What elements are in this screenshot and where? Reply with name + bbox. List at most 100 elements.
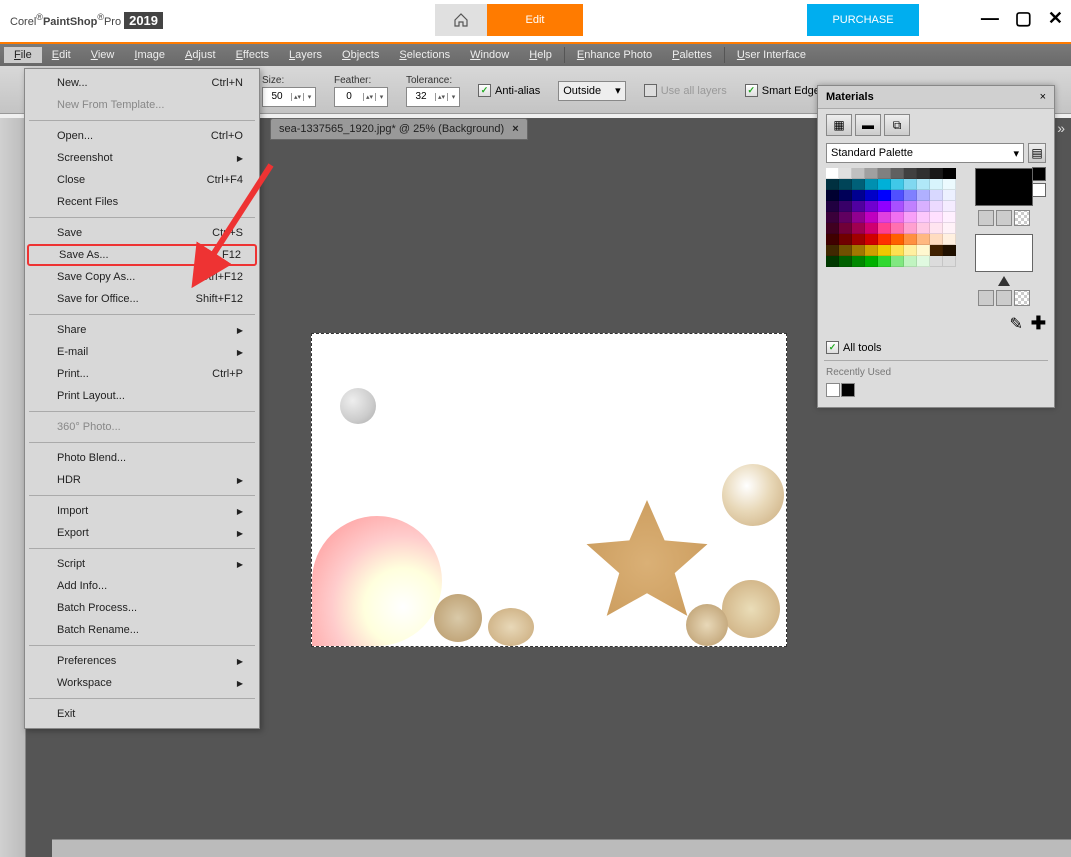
color-swatch[interactable] xyxy=(891,234,904,245)
file-menu-preferences[interactable]: Preferences▶ xyxy=(25,650,259,672)
close-tab-icon[interactable]: × xyxy=(512,123,518,135)
color-swatch[interactable] xyxy=(943,256,956,267)
color-swatch[interactable] xyxy=(917,190,930,201)
color-swatch[interactable] xyxy=(826,223,839,234)
color-swatch[interactable] xyxy=(852,223,865,234)
color-swatch[interactable] xyxy=(826,245,839,256)
color-swatch[interactable] xyxy=(839,223,852,234)
color-swatch[interactable] xyxy=(891,179,904,190)
smartedge-checkbox[interactable]: ✓ xyxy=(745,84,758,97)
color-swatch[interactable] xyxy=(930,190,943,201)
palette-view-gradient[interactable]: ▬ xyxy=(855,114,881,136)
color-swatch[interactable] xyxy=(943,234,956,245)
color-swatch[interactable] xyxy=(943,245,956,256)
eyedropper-icon[interactable]: ✎ xyxy=(1010,314,1023,334)
color-swatch[interactable] xyxy=(878,256,891,267)
color-swatch[interactable] xyxy=(839,168,852,179)
color-swatch[interactable] xyxy=(839,234,852,245)
color-swatch[interactable] xyxy=(839,190,852,201)
color-swatch[interactable] xyxy=(852,256,865,267)
all-layers-checkbox[interactable] xyxy=(644,84,657,97)
file-menu-save-as[interactable]: Save As...F12 xyxy=(27,244,257,266)
color-swatch[interactable] xyxy=(852,201,865,212)
color-swatch[interactable] xyxy=(891,168,904,179)
file-menu-batch-process[interactable]: Batch Process... xyxy=(25,597,259,619)
file-menu-photo-blend[interactable]: Photo Blend... xyxy=(25,447,259,469)
color-swatch[interactable] xyxy=(904,223,917,234)
menu-objects[interactable]: Objects xyxy=(332,47,389,63)
color-swatch[interactable] xyxy=(839,201,852,212)
color-swatch[interactable] xyxy=(917,245,930,256)
mode-pattern-bg[interactable] xyxy=(1014,290,1030,306)
file-menu-close[interactable]: CloseCtrl+F4 xyxy=(25,169,259,191)
color-swatch[interactable] xyxy=(865,256,878,267)
color-swatch[interactable] xyxy=(878,179,891,190)
file-menu-open[interactable]: Open...Ctrl+O xyxy=(25,125,259,147)
color-swatch[interactable] xyxy=(878,168,891,179)
menu-window[interactable]: Window xyxy=(460,47,519,63)
color-swatch[interactable] xyxy=(826,234,839,245)
color-swatch[interactable] xyxy=(891,245,904,256)
materials-close-icon[interactable]: × xyxy=(1040,91,1046,103)
file-menu-hdr[interactable]: HDR▶ xyxy=(25,469,259,491)
tab-overflow-icon[interactable]: » xyxy=(1057,120,1065,136)
close-icon[interactable]: ✕ xyxy=(1048,8,1063,29)
color-swatch[interactable] xyxy=(878,245,891,256)
color-palette-grid[interactable] xyxy=(826,168,956,306)
color-swatch[interactable] xyxy=(826,190,839,201)
menu-user-interface[interactable]: User Interface xyxy=(727,47,816,63)
color-swatch[interactable] xyxy=(904,168,917,179)
color-swatch[interactable] xyxy=(839,179,852,190)
alltools-checkbox[interactable]: ✓ xyxy=(826,341,839,354)
file-menu-save-copy-as[interactable]: Save Copy As...Ctrl+F12 xyxy=(25,266,259,288)
color-swatch[interactable] xyxy=(917,234,930,245)
color-swatch[interactable] xyxy=(943,179,956,190)
foreground-swatch[interactable] xyxy=(975,168,1033,206)
color-swatch[interactable] xyxy=(917,256,930,267)
menu-effects[interactable]: Effects xyxy=(226,47,279,63)
color-swatch[interactable] xyxy=(917,168,930,179)
color-swatch[interactable] xyxy=(865,212,878,223)
file-menu-e-mail[interactable]: E-mail▶ xyxy=(25,341,259,363)
color-swatch[interactable] xyxy=(943,190,956,201)
mode-solid-bg[interactable] xyxy=(978,290,994,306)
file-menu-print-layout[interactable]: Print Layout... xyxy=(25,385,259,407)
color-swatch[interactable] xyxy=(930,179,943,190)
color-swatch[interactable] xyxy=(839,245,852,256)
color-swatch[interactable] xyxy=(904,190,917,201)
menu-help[interactable]: Help xyxy=(519,47,562,63)
color-swatch[interactable] xyxy=(865,234,878,245)
menu-palettes[interactable]: Palettes xyxy=(662,47,722,63)
purchase-button[interactable]: PURCHASE xyxy=(807,4,919,36)
color-swatch[interactable] xyxy=(904,234,917,245)
color-swatch[interactable] xyxy=(930,212,943,223)
menu-view[interactable]: View xyxy=(81,47,125,63)
color-swatch[interactable] xyxy=(852,190,865,201)
color-swatch[interactable] xyxy=(852,168,865,179)
file-menu-new[interactable]: New...Ctrl+N xyxy=(25,72,259,94)
menu-selections[interactable]: Selections xyxy=(389,47,460,63)
color-swatch[interactable] xyxy=(904,256,917,267)
color-swatch[interactable] xyxy=(917,201,930,212)
file-menu-screenshot[interactable]: Screenshot▶ xyxy=(25,147,259,169)
file-menu-save-for-office[interactable]: Save for Office...Shift+F12 xyxy=(25,288,259,310)
color-swatch[interactable] xyxy=(891,223,904,234)
menu-enhance-photo[interactable]: Enhance Photo xyxy=(567,47,662,63)
background-swatch[interactable] xyxy=(975,234,1033,272)
color-swatch[interactable] xyxy=(891,190,904,201)
file-menu-print[interactable]: Print...Ctrl+P xyxy=(25,363,259,385)
file-menu-export[interactable]: Export▶ xyxy=(25,522,259,544)
palette-view-grid[interactable]: ▦ xyxy=(826,114,852,136)
add-swatch-icon[interactable]: ✚ xyxy=(1031,313,1046,334)
file-menu-share[interactable]: Share▶ xyxy=(25,319,259,341)
tolerance-spinner[interactable]: ▴▾▾ xyxy=(406,87,460,107)
antialias-checkbox[interactable]: ✓ xyxy=(478,84,491,97)
color-swatch[interactable] xyxy=(930,168,943,179)
color-swatch[interactable] xyxy=(878,190,891,201)
vertical-toolbar[interactable] xyxy=(0,118,26,857)
mode-gradient[interactable] xyxy=(996,210,1012,226)
color-swatch[interactable] xyxy=(865,223,878,234)
color-swatch[interactable] xyxy=(865,168,878,179)
color-swatch[interactable] xyxy=(852,179,865,190)
color-swatch[interactable] xyxy=(930,201,943,212)
